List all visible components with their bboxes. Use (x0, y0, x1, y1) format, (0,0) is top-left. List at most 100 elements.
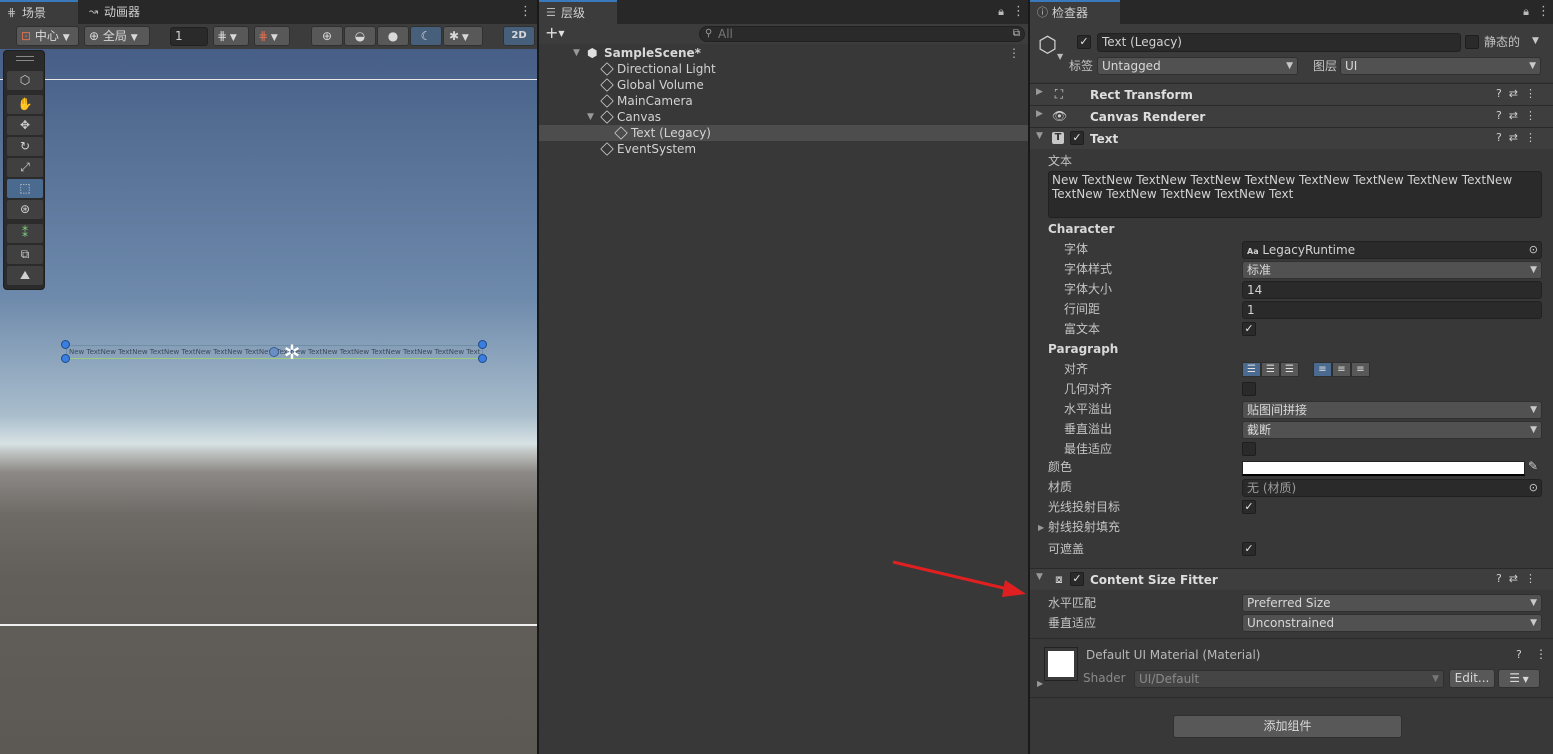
hierarchy-item[interactable]: Global Volume (539, 77, 1028, 93)
add-component-button[interactable]: 添加组件 (1173, 715, 1402, 738)
foldout-closed-icon[interactable]: ▶ (1036, 109, 1043, 119)
object-picker-icon[interactable]: ⊙ (1529, 242, 1538, 258)
component-header-icons[interactable]: ?⇄⋮ (1496, 87, 1543, 100)
anchor-icon[interactable]: ✲ (281, 341, 303, 363)
scene-root-item[interactable]: ▼ ⬢ SampleScene* ⋮ (539, 45, 1028, 61)
rich-text-checkbox[interactable]: ✓ (1242, 322, 1256, 336)
move-tool-button[interactable]: ✥ (7, 116, 43, 135)
lock-icon[interactable]: 🔒︎ (996, 4, 1006, 20)
foldout-open-icon[interactable]: ▼ (1036, 131, 1043, 141)
hierarchy-item[interactable]: ▼ Canvas (539, 109, 1028, 125)
material-menu-icon[interactable]: ⋮ (1535, 647, 1547, 661)
lighting-button[interactable]: ☾ (410, 26, 442, 46)
font-size-field[interactable]: 14 (1242, 281, 1542, 299)
align-right-button[interactable]: ☰ (1280, 362, 1299, 377)
pivot-handle[interactable] (269, 347, 279, 357)
align-by-geometry-checkbox[interactable] (1242, 382, 1256, 396)
font-object-field[interactable]: Aa LegacyRuntime ⊙ (1242, 241, 1542, 259)
foldout-closed-icon[interactable]: ▶ (1037, 679, 1043, 688)
align-middle-button[interactable]: ≡ (1332, 362, 1351, 377)
surface-tool-button[interactable]: ⛰ (7, 266, 43, 285)
tag-dropdown[interactable]: Untagged ▼ (1097, 57, 1298, 75)
material-object-field[interactable]: 无 (材质) ⊙ (1242, 479, 1542, 497)
grid-visibility-button[interactable]: ⋕ ▼ (213, 26, 249, 46)
hierarchy-item-selected[interactable]: Text (Legacy) (539, 125, 1028, 141)
foldout-open-icon[interactable]: ▼ (1036, 572, 1043, 582)
tab-hierarchy[interactable]: ☰ 层级 (539, 0, 617, 24)
content-size-fitter-header[interactable]: ▼ ⧇ ✓ Content Size Fitter ?⇄⋮ (1030, 568, 1553, 590)
chevron-down-icon[interactable]: ▼ (1057, 52, 1063, 61)
rect-handle[interactable] (61, 354, 70, 363)
content-size-fitter-enabled-checkbox[interactable]: ✓ (1070, 572, 1084, 586)
hierarchy-menu-icon[interactable]: ⋮ (1012, 4, 1025, 20)
scene-menu-icon[interactable]: ⋮ (519, 4, 532, 20)
text-area[interactable]: New TextNew TextNew TextNew TextNew Text… (1048, 171, 1542, 218)
shaded-wireframe-button[interactable]: ◒ (344, 26, 376, 46)
foldout-open-icon[interactable]: ▼ (587, 109, 594, 125)
search-filter-icon[interactable]: ⧉ (1013, 27, 1020, 41)
align-top-button[interactable]: ≡ (1313, 362, 1332, 377)
raycast-target-checkbox[interactable]: ✓ (1242, 500, 1256, 514)
tab-inspector[interactable]: ⓘ 检查器 (1030, 0, 1120, 24)
object-name-field[interactable]: Text (Legacy) (1097, 33, 1461, 52)
active-checkbox[interactable]: ✓ (1077, 35, 1091, 49)
eyedropper-icon[interactable]: ✎ (1528, 459, 1542, 475)
chevron-down-icon[interactable]: ▼ (1532, 36, 1539, 46)
raycast-padding-label[interactable]: 射线投射填充 (1048, 519, 1120, 535)
rect-handle[interactable] (478, 340, 487, 349)
grid-snap-button[interactable]: ⋕ ▼ (254, 26, 290, 46)
rect-transform-header[interactable]: ▶ ⛶ Rect Transform ?⇄⋮ (1030, 83, 1553, 105)
lock-icon[interactable]: 🔒︎ (1521, 4, 1531, 20)
hierarchy-item[interactable]: Directional Light (539, 61, 1028, 77)
layer-dropdown[interactable]: UI ▼ (1340, 57, 1541, 75)
best-fit-checkbox[interactable] (1242, 442, 1256, 456)
maskable-checkbox[interactable]: ✓ (1242, 542, 1256, 556)
vertical-fit-dropdown[interactable]: Unconstrained ▼ (1242, 614, 1542, 632)
pivot-rotation-dropdown[interactable]: ⊕ 全局 ▼ (84, 26, 150, 46)
rect-tool-button[interactable]: ⬚ (7, 179, 43, 198)
component-header-icons[interactable]: ?⇄⋮ (1496, 572, 1543, 585)
grid-size-field[interactable]: 1 (170, 27, 208, 46)
foldout-closed-icon[interactable]: ▶ (1038, 523, 1044, 532)
align-left-button[interactable]: ☰ (1242, 362, 1261, 377)
canvas-renderer-header[interactable]: ▶ 👁︎ Canvas Renderer ?⇄⋮ (1030, 105, 1553, 127)
rect-handle[interactable] (61, 340, 70, 349)
line-spacing-field[interactable]: 1 (1242, 301, 1542, 319)
view-cube-button[interactable]: ⬡ (7, 71, 43, 90)
scale-tool-button[interactable]: ⤢ (7, 158, 43, 177)
component-header-icons[interactable]: ?⇄⋮ (1496, 109, 1543, 122)
debug-draw-button[interactable]: ✱ ▼ (443, 26, 483, 46)
component-tool-button[interactable]: ⧉ (7, 245, 43, 264)
shader-options-button[interactable]: ☰ ▼ (1498, 669, 1540, 688)
rotate-tool-button[interactable]: ↻ (7, 137, 43, 156)
hierarchy-item[interactable]: MainCamera (539, 93, 1028, 109)
mode-2d-button[interactable]: 2D (503, 26, 535, 46)
help-icon[interactable]: ? (1516, 648, 1522, 661)
hierarchy-search-input[interactable]: ⚲ All ⧉ (699, 26, 1025, 42)
component-header-icons[interactable]: ?⇄⋮ (1496, 131, 1543, 144)
tab-animator[interactable]: ↝ 动画器 (82, 0, 162, 24)
scene-viewport[interactable]: New TextNew TextNew TextNew TextNew Text… (0, 49, 537, 754)
object-picker-icon[interactable]: ⊙ (1529, 480, 1538, 496)
shader-edit-button[interactable]: Edit... (1449, 669, 1495, 688)
horizontal-overflow-dropdown[interactable]: 贴图间拼接 ▼ (1242, 401, 1542, 419)
transform-tool-button[interactable]: ⊛ (7, 200, 43, 219)
static-checkbox[interactable] (1465, 35, 1479, 49)
tab-scene[interactable]: ⋕ 场景 (0, 0, 78, 24)
text-component-header[interactable]: ▼ T ✓ Text ?⇄⋮ (1030, 127, 1553, 149)
font-style-dropdown[interactable]: 标准 ▼ (1242, 261, 1542, 279)
hierarchy-item[interactable]: EventSystem (539, 141, 1028, 157)
horizontal-fit-dropdown[interactable]: Preferred Size ▼ (1242, 594, 1542, 612)
add-object-button[interactable]: +▼ (545, 24, 571, 44)
text-enabled-checkbox[interactable]: ✓ (1070, 131, 1084, 145)
rect-handle[interactable] (478, 354, 487, 363)
scene-menu-icon[interactable]: ⋮ (1008, 45, 1020, 61)
color-field[interactable] (1242, 461, 1525, 476)
hand-tool-button[interactable]: ✋ (7, 95, 43, 114)
align-center-button[interactable]: ☰ (1261, 362, 1280, 377)
vertical-overflow-dropdown[interactable]: 截断 ▼ (1242, 421, 1542, 439)
material-preview[interactable] (1044, 647, 1078, 681)
align-bottom-button[interactable]: ≡ (1351, 362, 1370, 377)
shaded-button[interactable]: ● (377, 26, 409, 46)
custom-tool-button[interactable]: ⁑ (7, 224, 43, 243)
